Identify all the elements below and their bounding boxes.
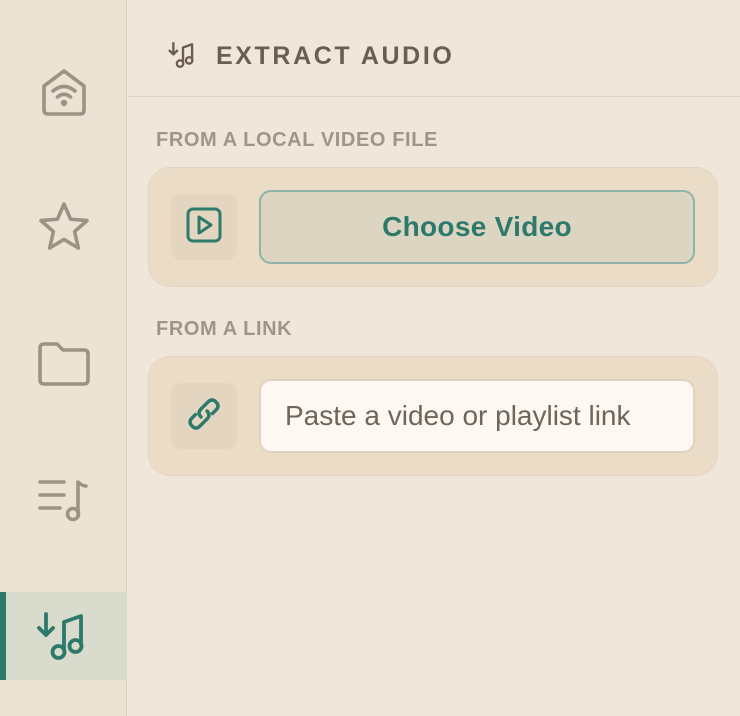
- sidebar-item-extract-audio[interactable]: [0, 592, 127, 680]
- video-file-icon: [185, 206, 223, 249]
- sidebar: [0, 0, 127, 716]
- playlist-icon: [36, 476, 92, 524]
- local-file-card: Choose Video: [148, 167, 718, 287]
- link-icon-box: [171, 383, 237, 449]
- home-wifi-icon: [38, 66, 90, 118]
- sidebar-item-home[interactable]: [0, 48, 127, 136]
- page-title: EXTRACT AUDIO: [216, 42, 455, 70]
- choose-video-button[interactable]: Choose Video: [259, 190, 695, 264]
- link-input[interactable]: [259, 379, 695, 453]
- page-header: EXTRACT AUDIO: [128, 0, 740, 97]
- sidebar-item-favorites[interactable]: [0, 183, 127, 271]
- folder-icon: [36, 338, 92, 390]
- local-section-label: FROM A LOCAL VIDEO FILE: [156, 129, 438, 151]
- link-section-label: FROM A LINK: [156, 318, 293, 340]
- sidebar-item-playlist[interactable]: [0, 456, 127, 544]
- sidebar-item-files[interactable]: [0, 320, 127, 408]
- video-file-icon-box: [171, 194, 237, 260]
- star-icon: [37, 200, 91, 254]
- link-card: [148, 356, 718, 476]
- link-icon: [184, 394, 224, 439]
- extract-audio-icon: [36, 608, 92, 664]
- app-window: EXTRACT AUDIO FROM A LOCAL VIDEO FILE Ch…: [0, 0, 740, 716]
- main-panel: EXTRACT AUDIO FROM A LOCAL VIDEO FILE Ch…: [128, 0, 740, 716]
- extract-audio-icon: [168, 40, 198, 75]
